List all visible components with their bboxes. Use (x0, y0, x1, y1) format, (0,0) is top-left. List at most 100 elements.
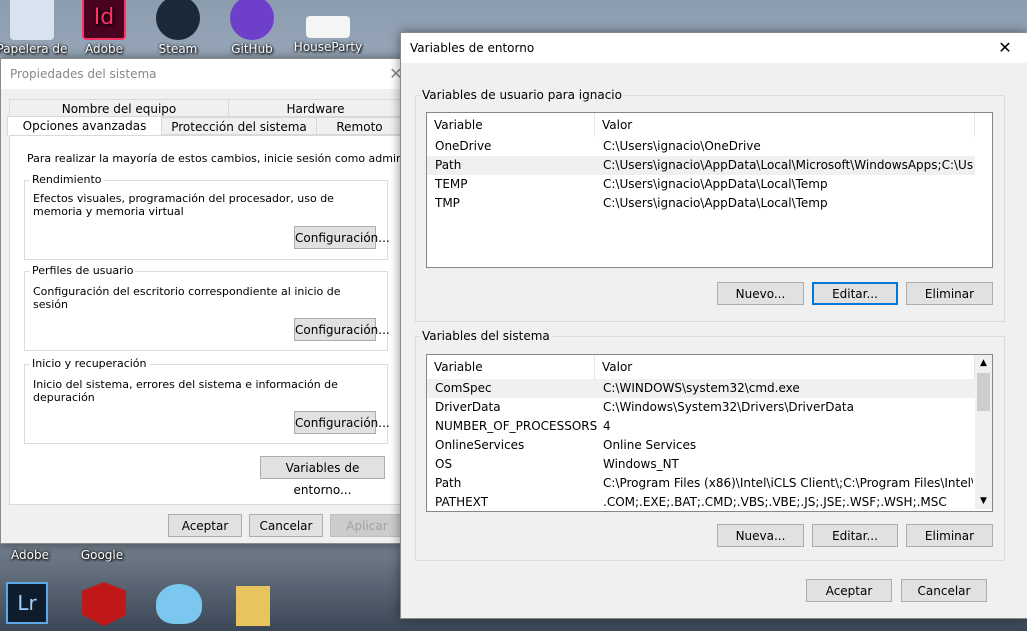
close-icon[interactable]: ✕ (983, 33, 1027, 63)
variable-name: NUMBER_OF_PROCESSORS (435, 419, 598, 433)
delete-system-variable-button[interactable]: Eliminar (906, 524, 993, 547)
list-item[interactable]: TMP C:\Users\ignacio\AppData\Local\Temp (427, 194, 975, 213)
performance-settings-button[interactable]: Configuración... (294, 226, 390, 249)
list-item[interactable]: ComSpec C:\WINDOWS\system32\cmd.exe (427, 379, 975, 398)
list-item[interactable]: PATHEXT .COM;.EXE;.BAT;.CMD;.VBS;.VBE;.J… (427, 493, 975, 511)
desktop-icon-houseparty[interactable]: HouseParty (292, 0, 364, 54)
tab-advanced-options[interactable]: Opciones avanzadas (7, 116, 162, 136)
apply-button[interactable]: Aplicar (330, 514, 404, 537)
desktop-label-chrome[interactable]: Google Chrome (66, 548, 138, 562)
startup-recovery-desc: Inicio del sistema, errores del sistema … (33, 378, 338, 404)
delete-user-variable-button[interactable]: Eliminar (906, 282, 993, 305)
variable-value: C:\Program Files (x86)\Intel\iCLS Client… (603, 476, 973, 490)
environment-variables-button[interactable]: Variables de entorno... (260, 456, 385, 497)
houseparty-icon (306, 16, 350, 38)
ok-button[interactable]: Aceptar (806, 579, 892, 602)
list-item[interactable]: NUMBER_OF_PROCESSORS 4 (427, 417, 975, 436)
variable-name: TEMP (435, 177, 468, 191)
scroll-down-icon[interactable]: ▼ (975, 496, 992, 506)
performance-title: Rendimiento (30, 173, 104, 186)
system-properties-titlebar[interactable]: Propiedades del sistema ✕ (1, 59, 403, 89)
tab-system-protection[interactable]: Protección del sistema (161, 117, 317, 135)
variable-name: OnlineServices (435, 438, 525, 452)
variable-value: .COM;.EXE;.BAT;.CMD;.VBS;.VBE;.JS;.JSE;.… (603, 495, 947, 509)
recycle-bin-icon (10, 0, 54, 40)
list-item[interactable]: OneDrive C:\Users\ignacio\OneDrive (427, 137, 975, 156)
mcafee-icon[interactable] (82, 582, 126, 626)
variable-value: C:\WINDOWS\system32\cmd.exe (603, 381, 800, 395)
scrollbar-thumb[interactable] (977, 373, 990, 411)
variable-value: C:\Users\ignacio\OneDrive (603, 139, 761, 153)
performance-desc: Efectos visuales, programación del proce… (33, 192, 334, 218)
variable-value: C:\Users\ignacio\AppData\Local\Temp (603, 177, 828, 191)
user-profiles-desc: Configuración del escritorio correspondi… (33, 285, 341, 311)
column-variable[interactable]: Variable (427, 113, 595, 137)
new-user-variable-button[interactable]: Nuevo... (717, 282, 804, 305)
vertical-scrollbar[interactable]: ▲ ▼ (975, 355, 992, 509)
variable-value: C:\Users\ignacio\AppData\Local\Temp (603, 196, 828, 210)
variable-value: 4 (603, 419, 611, 433)
variable-name: TMP (435, 196, 460, 210)
cancel-button[interactable]: Cancelar (901, 579, 987, 602)
tab-computer-name[interactable]: Nombre del equipo (9, 99, 229, 117)
desktop-icon-label: HouseParty (293, 40, 363, 54)
desktop-icon-label: Papelera de reciclaje (0, 42, 68, 56)
variable-value: C:\Windows\System32\Drivers\DriverData (603, 400, 854, 414)
user-profiles-settings-button[interactable]: Configuración... (294, 318, 390, 341)
window-title: Propiedades del sistema (10, 67, 157, 81)
variable-name: Path (435, 158, 462, 172)
list-header: Variable Valor (427, 113, 992, 137)
environment-variables-titlebar[interactable]: Variables de entorno ✕ (401, 33, 1027, 63)
startup-recovery-title: Inicio y recuperación (30, 357, 149, 370)
list-header: Variable Valor (427, 355, 992, 379)
edit-system-variable-button[interactable]: Editar... (812, 524, 898, 547)
desktop-icon-label: Steam (158, 42, 198, 56)
steam-icon (156, 0, 200, 40)
variable-name: PATHEXT (435, 495, 489, 509)
folder-icon[interactable] (236, 586, 270, 626)
ok-button[interactable]: Aceptar (168, 514, 242, 537)
column-variable[interactable]: Variable (427, 355, 595, 379)
variable-name: OS (435, 457, 453, 471)
desktop-icon-label: GitHub Desktop (231, 42, 273, 56)
cancel-button[interactable]: Cancelar (249, 514, 323, 537)
column-value[interactable]: Valor (595, 355, 975, 379)
system-properties-window: Propiedades del sistema ✕ Nombre del equ… (0, 58, 448, 544)
new-system-variable-button[interactable]: Nueva... (717, 524, 804, 547)
list-item[interactable]: Path C:\Users\ignacio\AppData\Local\Micr… (427, 156, 975, 175)
variable-value: C:\Users\ignacio\AppData\Local\Microsoft… (603, 158, 973, 172)
variable-value: Online Services (603, 438, 697, 452)
intro-text: Para realizar la mayoría de estos cambio… (27, 152, 449, 165)
list-item[interactable]: TEMP C:\Users\ignacio\AppData\Local\Temp (427, 175, 975, 194)
user-variables-title: Variables de usuario para ignacio (420, 88, 624, 102)
user-profiles-title: Perfiles de usuario (30, 264, 136, 277)
tab-remote[interactable]: Remoto (316, 117, 403, 135)
list-item[interactable]: Path C:\Program Files (x86)\Intel\iCLS C… (427, 474, 975, 493)
environment-variables-window: Variables de entorno ✕ Variables de usua… (400, 32, 1027, 619)
variable-name: OneDrive (435, 139, 492, 153)
desktop-icon-github[interactable]: GitHub Desktop (216, 0, 288, 56)
desktop-icon-label: Adobe InDesign (85, 42, 123, 56)
tab-panel: Para realizar la mayoría de estos cambio… (9, 135, 448, 505)
startup-recovery-settings-button[interactable]: Configuración... (294, 411, 390, 434)
column-value[interactable]: Valor (595, 113, 975, 137)
variable-name: ComSpec (435, 381, 492, 395)
desktop-icon-steam[interactable]: Steam (142, 0, 214, 56)
variable-name: DriverData (435, 400, 501, 414)
list-item[interactable]: OS Windows_NT (427, 455, 975, 474)
scroll-up-icon[interactable]: ▲ (975, 358, 992, 368)
desktop-icon-recycle-bin[interactable]: Papelera de reciclaje (0, 0, 68, 56)
user-variables-list[interactable]: Variable Valor OneDrive C:\Users\ignacio… (426, 112, 993, 268)
cloud-app-icon[interactable] (156, 584, 202, 624)
lightroom-icon[interactable]: Lr (6, 582, 48, 624)
edit-user-variable-button[interactable]: Editar... (812, 282, 898, 305)
indesign-icon: Id (82, 0, 126, 40)
list-item[interactable]: OnlineServices Online Services (427, 436, 975, 455)
desktop-icon-indesign[interactable]: Id Adobe InDesign (68, 0, 140, 56)
desktop-label-photoshop[interactable]: Adobe Photosh... (0, 548, 66, 562)
list-item[interactable]: DriverData C:\Windows\System32\Drivers\D… (427, 398, 975, 417)
github-desktop-icon (230, 0, 274, 40)
tab-hardware[interactable]: Hardware (228, 99, 403, 117)
variable-name: Path (435, 476, 462, 490)
system-variables-list[interactable]: Variable Valor ComSpec C:\WINDOWS\system… (426, 354, 993, 512)
